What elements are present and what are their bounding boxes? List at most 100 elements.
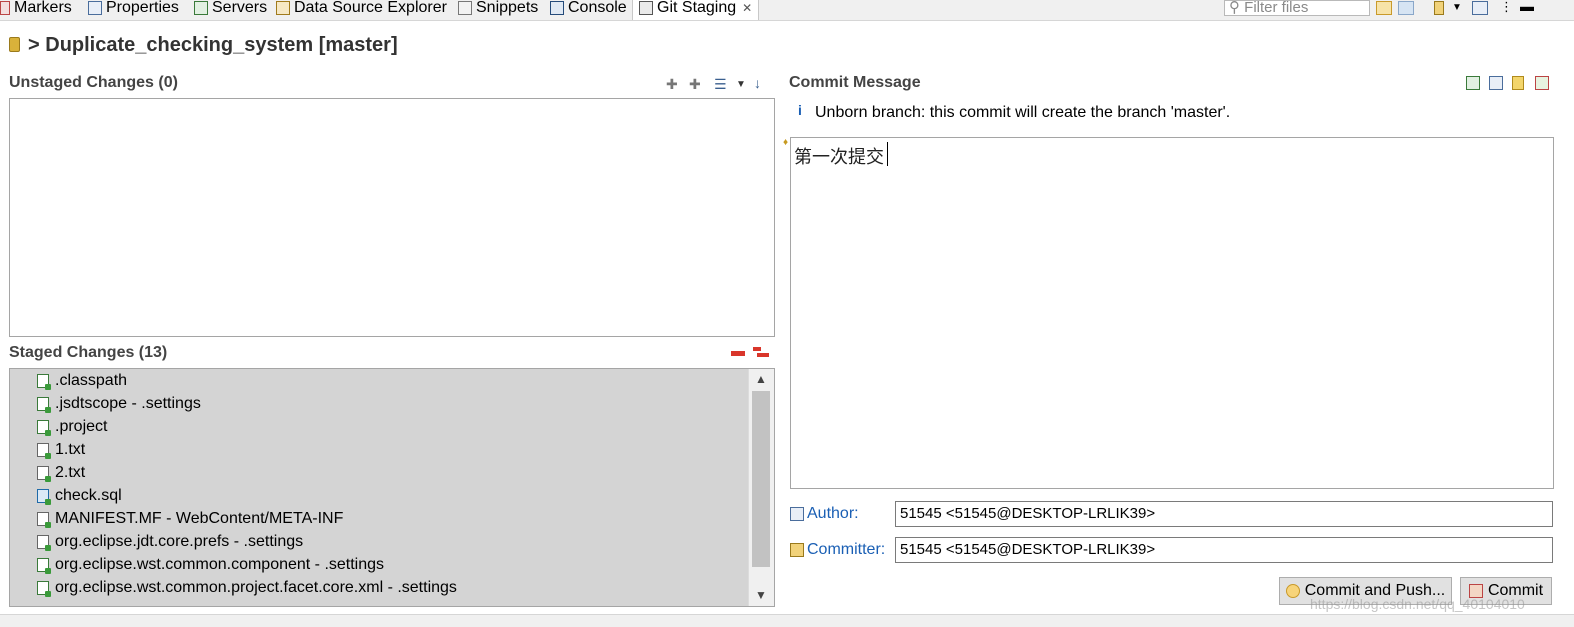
text-file-icon [37, 511, 51, 528]
title-prefix: > [28, 34, 40, 56]
list-item[interactable]: .classpath [10, 369, 774, 392]
tab-console[interactable]: Console [550, 0, 627, 20]
view-menu-icon[interactable]: ⋮ [1500, 0, 1513, 15]
committer-field[interactable]: 51545 <51545@DESKTOP-LRLIK39> [895, 537, 1553, 563]
repository-icon [9, 37, 20, 52]
file-name: org.eclipse.wst.common.component - .sett… [55, 556, 385, 573]
search-icon: ⚲ [1229, 0, 1245, 16]
text-file-icon [37, 442, 51, 459]
tab-properties[interactable]: Properties [88, 0, 179, 20]
unstage-selected-icon[interactable] [731, 351, 745, 356]
xml-file-icon [37, 396, 51, 413]
layout-icon[interactable] [1472, 1, 1488, 15]
committer-icon [790, 543, 804, 557]
content-assist-icon: ♦ [783, 137, 789, 148]
file-name: org.eclipse.wst.common.project.facet.cor… [55, 579, 457, 596]
git-staging-icon [639, 1, 653, 15]
properties-icon [88, 1, 102, 15]
data-source-icon [276, 1, 290, 15]
staged-files-list[interactable]: .classpath .jsdtscope - .settings .proje… [9, 368, 775, 607]
amend-icon[interactable] [1466, 76, 1480, 90]
commit-message-text: 第一次提交 [794, 147, 884, 168]
file-name: 2.txt [55, 464, 86, 481]
list-item[interactable]: check.sql [10, 484, 774, 507]
chevron-down-icon[interactable]: ▼ [1452, 1, 1464, 15]
scroll-down-icon[interactable]: ▼ [753, 588, 769, 602]
committer-label: Committer: [807, 541, 886, 558]
link-selection-icon[interactable] [1398, 1, 1414, 15]
tab-servers[interactable]: Servers [194, 0, 267, 20]
commit-message-editor[interactable] [790, 137, 1554, 489]
file-name: MANIFEST.MF - WebContent/META-INF [55, 510, 344, 527]
commit-message-title: Commit Message [789, 74, 921, 91]
tab-git-staging[interactable]: Git Staging ✕ [632, 0, 760, 20]
file-name: .jsdtscope - .settings [55, 395, 201, 412]
tab-label: Properties [106, 0, 179, 16]
xml-file-icon [37, 373, 51, 390]
unstaged-files-list[interactable] [9, 98, 775, 337]
markers-icon [0, 1, 10, 15]
chevron-down-icon[interactable]: ▼ [736, 79, 746, 90]
author-icon [790, 507, 804, 521]
staged-changes-title: Staged Changes (13) [9, 344, 168, 361]
minimize-icon[interactable]: ▬ [1520, 0, 1534, 15]
filter-placeholder: Filter files [1244, 0, 1309, 16]
unstaged-changes-title: Unstaged Changes (0) [9, 74, 178, 91]
tab-label: Console [568, 0, 627, 16]
file-name: .classpath [55, 372, 128, 389]
tab-snippets[interactable]: Snippets [458, 0, 538, 20]
console-icon [550, 1, 564, 15]
unstage-all-icon-part [757, 353, 769, 357]
xml-file-icon [37, 419, 51, 436]
compare-mode-icon[interactable] [1376, 1, 1392, 15]
file-name: org.eclipse.jdt.core.prefs - .settings [55, 533, 304, 550]
sql-file-icon [37, 488, 51, 505]
unstage-all-icon[interactable] [753, 347, 761, 351]
bottom-status-bar [0, 614, 1574, 627]
tab-label: Git Staging [657, 0, 737, 16]
scrollbar-thumb[interactable] [752, 391, 770, 567]
file-name: .project [55, 418, 108, 435]
servers-icon [194, 1, 208, 15]
close-icon[interactable]: ✕ [742, 0, 752, 16]
tab-markers[interactable]: Markers [0, 0, 72, 20]
stage-selected-icon[interactable]: ✚ [666, 76, 678, 93]
list-item[interactable]: .jsdtscope - .settings [10, 392, 774, 415]
sort-icon[interactable]: ↓ [754, 75, 761, 91]
tab-label: Servers [212, 0, 268, 16]
tab-data-source-explorer[interactable]: Data Source Explorer [276, 0, 447, 20]
presentation-icon[interactable]: ☰ [714, 76, 727, 93]
text-file-icon [37, 465, 51, 482]
tab-label: Data Source Explorer [294, 0, 447, 16]
xml-file-icon [37, 557, 51, 574]
text-file-icon [37, 534, 51, 551]
list-item[interactable]: .project [10, 415, 774, 438]
author-field[interactable]: 51545 <51545@DESKTOP-LRLIK39> [895, 501, 1553, 527]
stage-all-icon[interactable]: ✚ [689, 76, 701, 93]
file-name: check.sql [55, 487, 122, 504]
filter-files-input[interactable]: ⚲ Filter files [1224, 0, 1370, 16]
push-icon [1285, 584, 1300, 598]
info-icon: i [798, 102, 802, 118]
file-name: 1.txt [55, 441, 86, 458]
list-item[interactable]: 1.txt [10, 438, 774, 461]
page-title: > Duplicate_checking_system [master] [0, 30, 398, 60]
repository-icon[interactable] [1434, 1, 1444, 15]
snippets-icon [458, 1, 472, 15]
repository-name: Duplicate_checking_system [master] [45, 34, 398, 56]
tab-label: Snippets [476, 0, 539, 16]
list-item[interactable]: org.eclipse.wst.common.project.facet.cor… [10, 576, 774, 599]
lock-icon[interactable] [1512, 76, 1524, 90]
tab-label: Markers [14, 0, 72, 16]
xml-file-icon [37, 580, 51, 597]
list-item[interactable]: org.eclipse.wst.common.component - .sett… [10, 553, 774, 576]
text-caret [887, 142, 888, 166]
list-item[interactable]: MANIFEST.MF - WebContent/META-INF [10, 507, 774, 530]
scroll-up-icon[interactable]: ▲ [753, 372, 769, 386]
signed-off-icon[interactable] [1489, 76, 1503, 90]
author-label: Author: [807, 505, 859, 522]
watermark: https://blog.csdn.net/qq_40104010 [1310, 596, 1525, 612]
list-item[interactable]: 2.txt [10, 461, 774, 484]
change-id-icon[interactable] [1535, 76, 1549, 90]
list-item[interactable]: org.eclipse.jdt.core.prefs - .settings [10, 530, 774, 553]
